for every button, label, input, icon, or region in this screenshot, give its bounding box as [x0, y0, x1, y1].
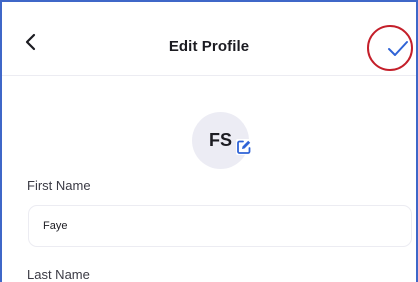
save-button[interactable] — [387, 40, 409, 58]
first-name-field[interactable] — [28, 205, 412, 247]
checkmark-icon — [388, 41, 408, 56]
page-title: Edit Profile — [168, 38, 250, 55]
first-name-label: First Name — [27, 178, 91, 193]
header-bar: Edit Profile — [2, 2, 416, 76]
edit-pencil-icon — [236, 139, 252, 155]
edit-profile-screen: Edit Profile FS First Name Last Name — [0, 0, 418, 282]
last-name-label: Last Name — [27, 267, 90, 282]
edit-avatar-button[interactable] — [236, 139, 252, 155]
